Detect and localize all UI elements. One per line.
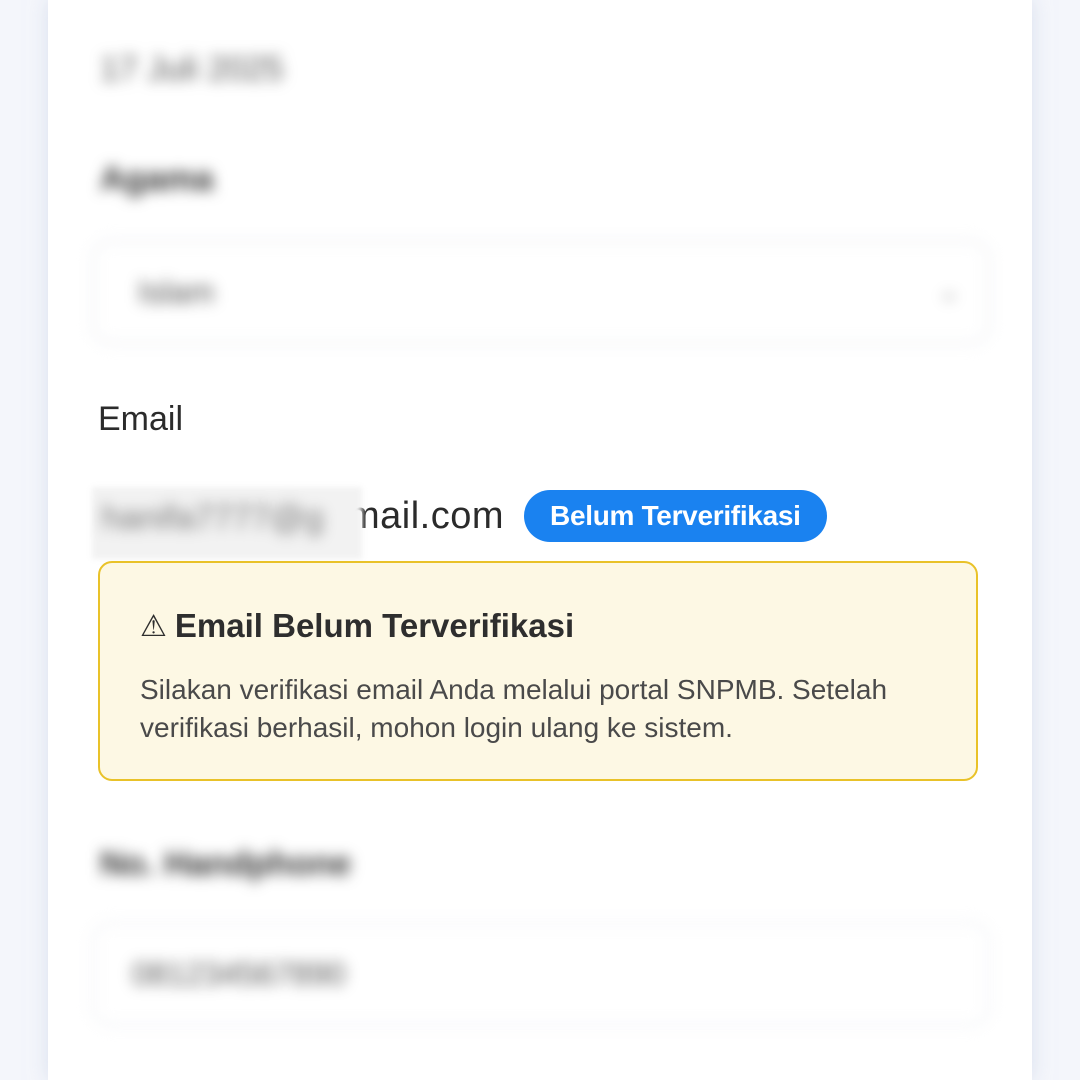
chevron-down-icon: ⌄ [938,276,960,306]
email-unverified-alert: ⚠ Email Belum Terverifikasi Silakan veri… [98,561,978,781]
religion-label: Agama [100,160,214,198]
phone-input-value: 081234567890 [132,956,346,992]
religion-select[interactable]: Islam ⌄ [92,240,990,344]
email-status-badge: Belum Terverifikasi [524,490,827,542]
email-row: hanifa7777@g mail.com Belum Terverifikas… [92,486,827,559]
email-label: Email [98,400,184,438]
phone-input[interactable]: 081234567890 [92,922,990,1026]
phone-label: No. Handphone [100,845,352,883]
profile-form-card: 17 Juli 2025 Agama Islam ⌄ Email hanifa7… [48,0,1032,1080]
email-redaction: hanifa7777@g [92,487,362,559]
alert-title: ⚠ Email Belum Terverifikasi [140,607,574,645]
birth-date-value: 17 Juli 2025 [100,50,284,88]
email-masked-prefix: hanifa7777@g [102,499,324,537]
religion-select-value: Islam [138,274,215,310]
warning-icon: ⚠ [140,609,167,643]
alert-title-text: Email Belum Terverifikasi [174,607,575,644]
email-domain: mail.com [348,494,505,537]
alert-body: Silakan verifikasi email Anda melalui po… [140,674,888,743]
profile-page: 17 Juli 2025 Agama Islam ⌄ Email hanifa7… [0,0,1080,1080]
